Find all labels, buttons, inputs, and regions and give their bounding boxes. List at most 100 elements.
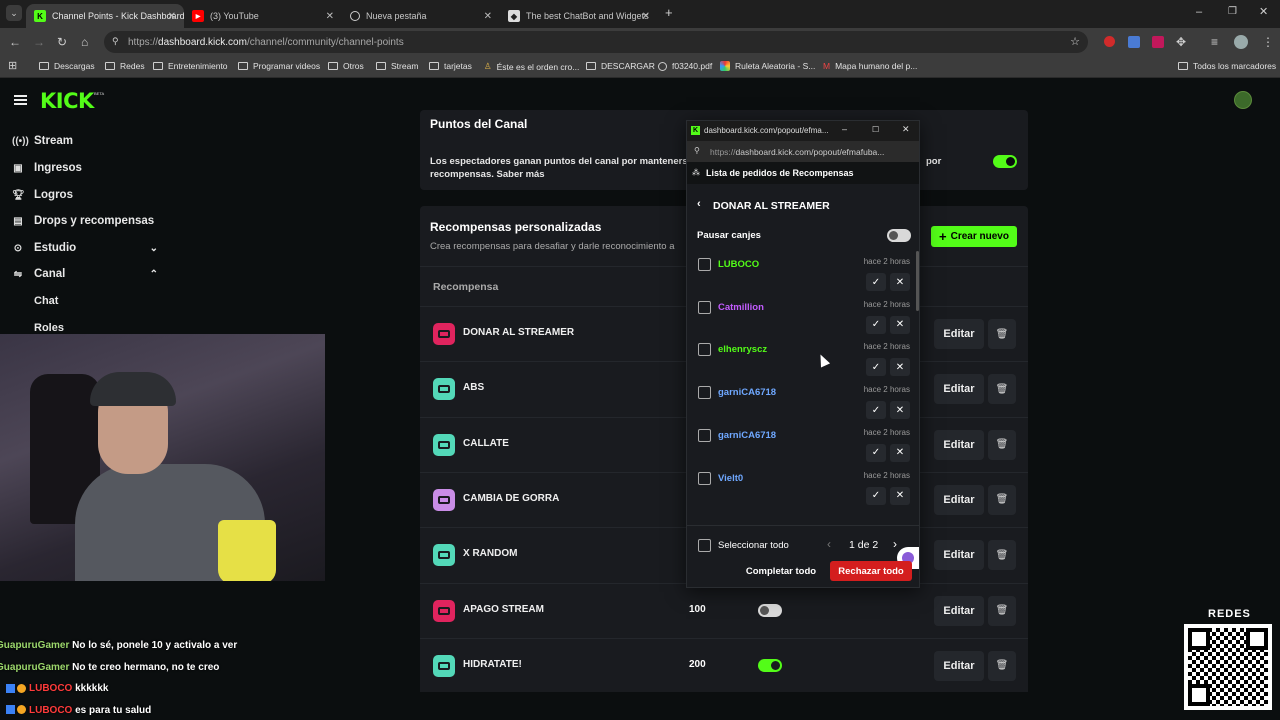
edit-reward-button[interactable]: Editar [934,484,984,515]
edit-reward-button[interactable]: Editar [934,595,984,626]
bookmark-orden-cro[interactable]: ♙ Éste es el orden cro... [484,61,579,72]
bookmark-entretenimiento[interactable]: Entretenimiento [153,61,228,71]
trash-icon[interactable]: 🗑︎ [988,429,1016,460]
chat-username[interactable]: LUBOCO [29,705,72,716]
chat-username[interactable]: GuapuruGamer [0,640,69,651]
edit-reward-button[interactable]: Editar [934,650,984,681]
tab-youtube[interactable]: ▶ (3) YouTube ✕ [184,4,342,28]
chat-username[interactable]: GuapuruGamer [0,662,69,673]
bookmark-pdf[interactable]: f03240.pdf [658,61,712,71]
request-checkbox[interactable] [698,386,711,400]
reject-x-icon[interactable]: ✕ [890,358,910,377]
bookmark-ruleta[interactable]: Ruleta Aleatoria - S... [720,61,815,71]
close-icon[interactable]: ✕ [642,11,650,22]
tab-new[interactable]: Nueva pestaña ✕ [342,4,500,28]
hamburger-menu-icon[interactable] [14,95,27,105]
select-all-checkbox[interactable] [698,539,711,552]
bookmark-redes[interactable]: Redes [105,61,145,71]
reject-x-icon[interactable]: ✕ [890,401,910,420]
bookmark-descargas[interactable]: Descargas [39,61,95,71]
extension-pink-icon[interactable] [1152,36,1164,48]
tab-search-icon[interactable]: ⌄ [6,5,22,21]
extensions-puzzle-icon[interactable]: ✥ [1176,35,1186,49]
complete-all-button[interactable]: Completar todo [743,561,819,581]
bookmark-otros[interactable]: Otros [328,61,364,71]
back-button[interactable]: ‹ [697,198,701,210]
approve-check-icon[interactable]: ✓ [866,486,886,505]
request-username[interactable]: garniCA6718 [718,430,776,441]
restore-icon[interactable]: ❐ [1228,5,1237,19]
request-username[interactable]: Catmillion [718,302,764,313]
forward-icon[interactable]: → [33,35,45,49]
all-bookmarks[interactable]: Todos los marcadores [1178,61,1276,71]
sidebar-item-stream[interactable]: ((•)) Stream [12,135,73,147]
translate-icon[interactable] [1128,36,1140,48]
approve-check-icon[interactable]: ✓ [866,273,886,291]
reject-all-button[interactable]: Rechazar todo [830,561,912,581]
request-checkbox[interactable] [698,428,711,442]
approve-check-icon[interactable]: ✓ [866,401,886,420]
back-icon[interactable]: ← [9,35,21,49]
request-username[interactable]: garniCA6718 [718,387,776,398]
reward-enabled-toggle[interactable] [758,603,782,617]
pause-redemptions-toggle[interactable] [887,229,911,242]
bookmark-tarjetas[interactable]: tarjetas [429,61,472,71]
popup-address-bar[interactable]: ⚲ https://dashboard.kick.com/popout/efma… [687,141,919,162]
user-avatar[interactable] [1234,91,1252,109]
close-icon[interactable]: ✕ [326,11,334,22]
new-tab-icon[interactable]: + [665,6,673,20]
close-icon[interactable]: ✕ [168,11,176,22]
reading-list-icon[interactable]: ≡ [1211,35,1218,49]
create-reward-button[interactable]: + Crear nuevo [931,226,1017,247]
bookmark-star-icon[interactable]: ☆ [1070,35,1080,48]
request-list-scrollbar[interactable] [916,251,919,311]
request-checkbox[interactable] [698,300,711,314]
sidebar-item-ingresos[interactable]: ▣ Ingresos [12,162,82,174]
address-bar[interactable]: ⚲ https://dashboard.kick.com/channel/com… [104,31,1088,53]
approve-check-icon[interactable]: ✓ [866,358,886,377]
request-username[interactable]: LUBOCO [718,259,759,270]
reward-enabled-toggle[interactable] [758,658,782,672]
tab-channel-points[interactable]: K Channel Points - Kick Dashboard ✕ [26,4,184,28]
edit-reward-button[interactable]: Editar [934,319,984,349]
next-page-icon[interactable]: › [893,537,897,551]
sidebar-item-drops[interactable]: ▤ Drops y recompensas [12,215,154,227]
prev-page-icon[interactable]: ‹ [827,537,831,551]
bookmark-stream[interactable]: Stream [376,61,418,71]
trash-icon[interactable]: 🗑︎ [988,319,1016,349]
edit-reward-button[interactable]: Editar [934,540,984,571]
sidebar-item-estudio[interactable]: ⊙ Estudio ⌄ [12,242,158,254]
kick-logo[interactable]: KICK [40,89,94,113]
reject-x-icon[interactable]: ✕ [890,443,910,462]
profile-avatar-icon[interactable] [1234,35,1248,49]
apps-grid-icon[interactable]: ⊞ [8,59,17,73]
minimize-icon[interactable]: – [842,124,847,134]
reject-x-icon[interactable]: ✕ [890,486,910,505]
sidebar-item-logros[interactable]: 🏆︎ Logros [12,189,73,201]
sidebar-item-canal[interactable]: ⇋ Canal ⌃ [12,268,158,280]
close-icon[interactable]: ✕ [902,124,910,135]
channel-points-toggle[interactable] [993,155,1017,168]
trash-icon[interactable]: 🗑︎ [988,540,1016,571]
edit-reward-button[interactable]: Editar [934,374,984,405]
extension-red-icon[interactable] [1104,36,1115,47]
bookmark-mapa[interactable]: M Mapa humano del p... [823,61,917,71]
minimize-icon[interactable]: – [1196,5,1202,19]
request-username[interactable]: Vielt0 [718,473,743,484]
channel-points-learn-more[interactable]: recompensas. Saber más [430,169,545,180]
request-checkbox[interactable] [698,258,711,271]
bookmark-programar-videos[interactable]: Programar videos [238,61,320,71]
request-checkbox[interactable] [698,343,711,357]
restore-icon[interactable]: ☐ [872,125,879,134]
request-checkbox[interactable] [698,471,711,485]
trash-icon[interactable]: 🗑︎ [988,595,1016,626]
trash-icon[interactable]: 🗑︎ [988,650,1016,681]
approve-check-icon[interactable]: ✓ [866,443,886,462]
reject-x-icon[interactable]: ✕ [890,315,910,334]
edit-reward-button[interactable]: Editar [934,429,984,460]
trash-icon[interactable]: 🗑︎ [988,484,1016,515]
reject-x-icon[interactable]: ✕ [890,273,910,291]
tab-chatbot[interactable]: ◆ The best ChatBot and Widgets ✕ [500,4,658,28]
chat-username[interactable]: LUBOCO [29,683,72,694]
home-icon[interactable]: ⌂ [81,35,88,49]
